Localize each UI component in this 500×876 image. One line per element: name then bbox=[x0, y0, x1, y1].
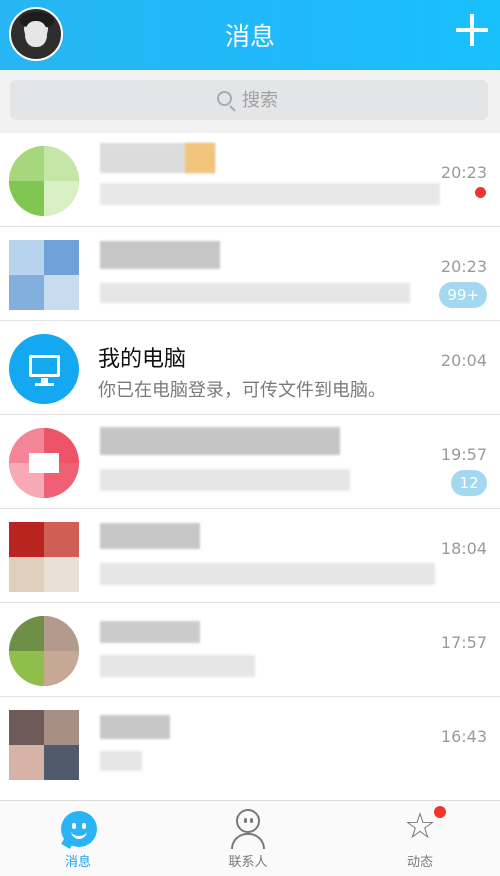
tab-messages[interactable]: 消息 bbox=[18, 801, 138, 876]
contact-avatar bbox=[9, 428, 79, 498]
conversation-item[interactable]: 19:57 12 bbox=[0, 415, 500, 509]
blurred-name bbox=[100, 427, 340, 455]
conversation-time: 20:23 bbox=[440, 163, 487, 182]
blurred-preview bbox=[100, 183, 440, 205]
contact-avatar bbox=[9, 616, 79, 686]
conversation-time: 19:57 bbox=[440, 445, 487, 464]
search-box[interactable] bbox=[10, 80, 488, 120]
conversation-preview: 你已在电脑登录，可传文件到电脑。 bbox=[98, 380, 386, 401]
search-icon bbox=[217, 91, 232, 106]
bottom-tab-bar: 消息 联系人 ☆ 动态 bbox=[0, 800, 500, 876]
unread-badge: 12 bbox=[451, 470, 487, 496]
notification-dot bbox=[434, 806, 446, 818]
blurred-name bbox=[100, 523, 200, 549]
tab-label: 动态 bbox=[406, 855, 433, 870]
computer-avatar bbox=[9, 334, 79, 404]
tab-label: 联系人 bbox=[228, 855, 268, 870]
search-input[interactable] bbox=[242, 87, 322, 113]
unread-badge: 99+ bbox=[439, 282, 487, 308]
header-bar: 消息 bbox=[0, 0, 500, 70]
conversation-item[interactable]: 18:04 bbox=[0, 509, 500, 603]
contact-avatar bbox=[9, 146, 79, 216]
monitor-base bbox=[35, 383, 54, 386]
tab-label: 消息 bbox=[64, 855, 91, 870]
blurred-emoji bbox=[185, 143, 215, 173]
conversation-item[interactable]: 我的电脑 你已在电脑登录，可传文件到电脑。 20:04 bbox=[0, 321, 500, 415]
tab-feed[interactable]: ☆ 动态 bbox=[360, 801, 480, 876]
blurred-preview bbox=[100, 283, 410, 303]
monitor-icon bbox=[29, 355, 60, 377]
blurred-name bbox=[100, 621, 200, 643]
conversation-item[interactable]: 20:23 99+ bbox=[0, 227, 500, 321]
conversation-item[interactable]: 16:43 bbox=[0, 697, 500, 791]
conversation-time: 20:23 bbox=[440, 257, 487, 276]
blurred-preview bbox=[100, 469, 350, 491]
contacts-icon bbox=[229, 809, 267, 849]
conversation-time: 20:04 bbox=[440, 351, 487, 370]
blurred-preview bbox=[100, 563, 435, 585]
search-bar bbox=[0, 70, 500, 133]
contact-avatar bbox=[9, 240, 79, 310]
blurred-preview bbox=[100, 751, 142, 771]
blurred-name bbox=[100, 241, 220, 269]
message-icon bbox=[61, 811, 97, 849]
conversation-time: 16:43 bbox=[440, 727, 487, 746]
contact-avatar bbox=[9, 710, 79, 780]
conversation-time: 17:57 bbox=[440, 633, 487, 652]
conversation-name: 我的电脑 bbox=[98, 347, 187, 372]
blurred-preview bbox=[100, 655, 255, 677]
tab-contacts[interactable]: 联系人 bbox=[188, 801, 308, 876]
blurred-name bbox=[100, 715, 170, 739]
contact-avatar bbox=[9, 522, 79, 592]
conversation-item[interactable]: 17:57 bbox=[0, 603, 500, 697]
add-icon[interactable] bbox=[456, 14, 488, 46]
unread-dot bbox=[475, 187, 486, 198]
conversation-time: 18:04 bbox=[440, 539, 487, 558]
conversation-item[interactable]: 20:23 bbox=[0, 133, 500, 227]
page-title: 消息 bbox=[224, 22, 275, 51]
